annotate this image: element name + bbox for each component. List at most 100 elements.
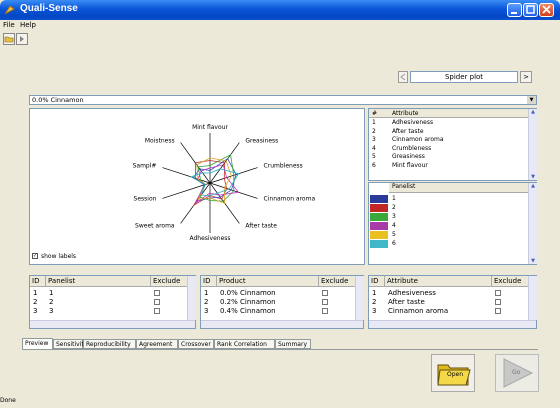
grid-scrollbar-h[interactable] (30, 320, 195, 328)
spider-axis-label: Moistness (145, 138, 175, 145)
panelist-list-item[interactable]: 6 (392, 240, 396, 247)
grid-cell-id: 1 (204, 289, 209, 297)
exclude-checkbox[interactable] (495, 290, 501, 296)
grid-header[interactable]: Exclude (492, 276, 529, 287)
grid-header[interactable]: ID (369, 276, 385, 287)
panelist-color-swatch (370, 222, 388, 230)
attribute-list: # Attribute 1 Adhesiveness 2 After taste 3 Ci… (368, 108, 537, 181)
tab-divider (22, 349, 538, 350)
exclude-checkbox[interactable] (154, 290, 160, 296)
grid-2: ID Attribute Exclude 1 Adhesiveness 2 After ta… (368, 275, 537, 329)
panelist-color-swatch (370, 204, 388, 212)
attribute-list-item[interactable]: Cinnamon aroma (392, 136, 444, 143)
spider-axis-label: Session (134, 195, 157, 202)
tab-reproducibility[interactable]: Reproducibility (83, 339, 136, 349)
tab-sensitivity[interactable]: Sensitivity (53, 339, 87, 349)
grid-cell-id: 3 (372, 307, 377, 315)
exclude-checkbox[interactable] (495, 299, 501, 305)
grid-cell-id: 2 (204, 298, 209, 306)
grid-0: ID Panelist Exclude 1 1 2 2 3 3 (29, 275, 196, 329)
panelist-list-header: Panelist (389, 183, 528, 193)
grid-header[interactable]: Exclude (319, 276, 356, 287)
attribute-list-num: 5 (372, 153, 376, 160)
panelist-list-item[interactable]: 5 (392, 231, 396, 238)
grid-scrollbar-v[interactable] (187, 276, 196, 320)
grid-scrollbar-v[interactable] (528, 276, 537, 320)
menu-help[interactable]: Help (20, 21, 36, 29)
title-bar (0, 0, 560, 20)
panelist-list: Panelist 1 2 3 4 5 6 ▲ ▼ (368, 182, 537, 265)
attribute-list-num: 1 (372, 119, 376, 126)
grid-cell-id: 2 (372, 298, 377, 306)
grid-cell-value: 0.4% Cinnamon (220, 307, 276, 315)
prev-view-button[interactable] (398, 71, 408, 83)
maximize-button[interactable] (523, 3, 538, 17)
panelist-color-swatch (370, 240, 388, 248)
grid-scrollbar-h[interactable] (369, 320, 536, 328)
go-button[interactable]: Go (495, 354, 539, 392)
show-labels-checkbox[interactable]: ✓ (32, 253, 38, 259)
grid-cell-value: 2 (49, 298, 54, 306)
menu-bar: File Help (0, 21, 560, 31)
grid-header[interactable]: Exclude (151, 276, 188, 287)
close-button[interactable] (539, 3, 554, 17)
grid-scrollbar-h[interactable] (201, 320, 363, 328)
attribute-list-item[interactable]: Crumbleness (392, 145, 431, 152)
attribute-list-item[interactable]: Greasiness (392, 153, 425, 160)
exclude-checkbox[interactable] (322, 308, 328, 314)
panelist-list-scrollbar[interactable]: ▲ ▼ (528, 183, 537, 264)
attribute-list-num: 2 (372, 127, 376, 135)
spider-axis-label: Mint flavour (192, 124, 228, 131)
open-folder-icon[interactable] (3, 33, 15, 45)
grid-cell-value: Adhesiveness (388, 289, 436, 297)
attribute-list-scrollbar[interactable]: ▲ ▼ (528, 109, 537, 180)
grid-cell-value: Cinnamon aroma (388, 307, 449, 315)
minimize-button[interactable] (507, 3, 522, 17)
menu-file[interactable]: File (3, 21, 15, 29)
grid-scrollbar-v[interactable] (355, 276, 364, 320)
tab-crossover[interactable]: Crossover (178, 339, 214, 349)
attribute-list-num: 4 (372, 144, 376, 152)
exclude-checkbox[interactable] (495, 308, 501, 314)
grid-cell-id: 2 (33, 298, 38, 306)
panelist-list-item[interactable]: 1 (392, 195, 396, 202)
tab-rank-correlation[interactable]: Rank Correlation (214, 339, 275, 349)
grid-cell-id: 1 (33, 289, 38, 297)
grid-header[interactable]: Panelist (46, 276, 151, 287)
panelist-color-swatch (370, 195, 388, 203)
spider-series-line (189, 168, 240, 196)
grid-cell-value: 0.2% Cinnamon (220, 298, 276, 306)
panelist-list-item[interactable]: 2 (392, 204, 396, 211)
grid-1: ID Product Exclude 1 0.0% Cinnamon 2 0.2% Cinn… (200, 275, 364, 329)
panelist-list-item[interactable]: 4 (392, 222, 396, 229)
exclude-checkbox[interactable] (322, 290, 328, 296)
product-dropdown[interactable] (29, 95, 537, 105)
attribute-list-item[interactable]: Mint flavour (392, 162, 428, 169)
spider-axis-label: Cinnamon aroma (264, 195, 316, 202)
panelist-color-swatch (370, 231, 388, 239)
panelist-list-item[interactable]: 3 (392, 213, 396, 220)
exclude-checkbox[interactable] (154, 299, 160, 305)
play-icon[interactable] (16, 33, 28, 45)
attribute-list-item[interactable]: Adhesiveness (392, 119, 433, 126)
open-button[interactable]: Open (431, 354, 475, 392)
attribute-list-item[interactable]: After taste (392, 128, 424, 135)
chevron-down-icon[interactable]: ▼ (527, 96, 536, 104)
grid-header[interactable]: Product (217, 276, 319, 287)
spider-axis-line (162, 167, 211, 184)
next-view-button[interactable]: > (520, 71, 532, 83)
tab-summary[interactable]: Summary (275, 339, 311, 349)
exclude-checkbox[interactable] (322, 299, 328, 305)
app-icon (4, 4, 16, 16)
spider-axis-label: After taste (245, 222, 277, 229)
tab-agreement[interactable]: Agreement (136, 339, 178, 349)
grid-header[interactable]: ID (30, 276, 46, 287)
exclude-checkbox[interactable] (154, 308, 160, 314)
grid-header[interactable]: ID (201, 276, 217, 287)
spider-plot-panel: Mint flavour Greasiness Crumbleness Cinnamo… (29, 108, 365, 265)
window-title: Quali-Sense (20, 3, 78, 14)
grid-header[interactable]: Attribute (385, 276, 492, 287)
show-labels-label: show labels (41, 253, 77, 260)
grid-cell-value: 1 (49, 289, 54, 297)
attribute-list-num: 3 (372, 136, 376, 143)
